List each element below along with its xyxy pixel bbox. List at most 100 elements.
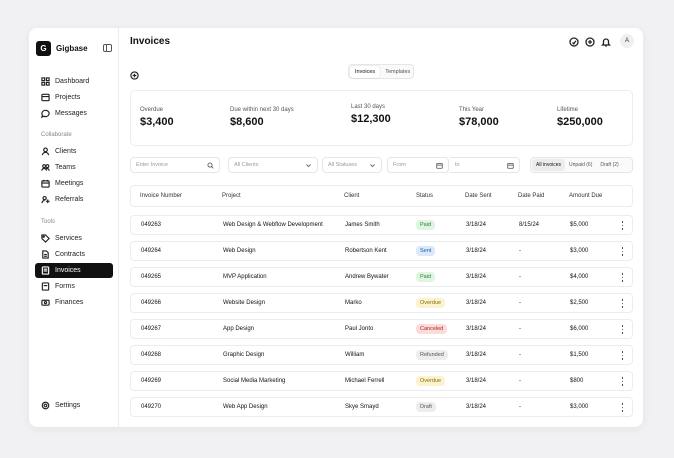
statuses-select[interactable]: All Statuses (322, 157, 382, 173)
sidebar-toggle-icon[interactable] (103, 44, 112, 52)
status-badge: Canceled (416, 324, 448, 334)
sidebar-item-teams[interactable]: Teams (35, 160, 113, 175)
sidebar-item-label: Messages (55, 110, 87, 117)
clients-select-value: All Clients (234, 162, 259, 168)
cell-date-sent: 3/18/24 (466, 352, 487, 358)
table-row[interactable]: 049266 Website Design Marko 3/18/24 - $2,500 O… (130, 293, 633, 313)
date-from-input[interactable]: From (387, 157, 449, 173)
col-client[interactable]: Client (344, 193, 359, 199)
cell-invoice-number: 049267 (141, 326, 162, 332)
row-menu-icon[interactable] (621, 403, 624, 412)
date-to-input[interactable]: to (450, 157, 520, 173)
stat-value: $12,300 (351, 113, 391, 125)
row-menu-icon[interactable] (621, 377, 624, 386)
tab-all-invoices[interactable]: All invoices (532, 159, 566, 171)
clients-select[interactable]: All Clients (228, 157, 318, 173)
sidebar-item-dashboard[interactable]: Dashboard (35, 74, 113, 89)
sidebar-item-projects[interactable]: Projects (35, 90, 113, 105)
table-row[interactable]: 049263 Web Design & Webflow Development Ja… (130, 215, 633, 235)
table-row[interactable]: 049264 Web Design Robertson Kent 3/18/24 - $3… (130, 241, 633, 261)
sidebar-item-label: Clients (55, 148, 77, 155)
stat-label: Due within next 30 days (230, 107, 294, 113)
sidebar-item-messages[interactable]: Messages (35, 106, 113, 121)
bell-icon[interactable] (600, 36, 611, 47)
chevron-down-icon (305, 162, 312, 169)
cell-client: Michael Ferrell (345, 378, 385, 384)
col-invoice-number[interactable]: Invoice Number (140, 193, 182, 199)
col-date-paid[interactable]: Date Paid (518, 193, 544, 199)
invoice-search-input[interactable]: Enter Invoice (130, 157, 220, 173)
cell-amount-due: $800 (570, 378, 584, 384)
cell-client: Skye Smayd (345, 404, 379, 410)
sidebar-item-referrals[interactable]: Referrals (35, 192, 113, 207)
cell-invoice-number: 049270 (141, 404, 162, 410)
cell-amount-due: $2,500 (570, 300, 589, 306)
tab-templates[interactable]: Templates (380, 66, 415, 78)
cell-client: Paul Jonto (345, 326, 374, 332)
cell-amount-due: $4,000 (570, 274, 589, 280)
finance-icon (41, 298, 50, 307)
row-menu-icon[interactable] (621, 325, 624, 334)
sidebar-item-label: Meetings (55, 180, 84, 187)
sidebar-item-label: Projects (55, 94, 81, 101)
cell-date-paid: - (519, 300, 521, 306)
col-project[interactable]: Project (222, 193, 241, 199)
help-icon[interactable] (568, 36, 579, 47)
form-icon (41, 282, 50, 291)
sidebar-item-settings[interactable]: Settings (35, 398, 113, 413)
cell-date-sent: 3/18/24 (466, 300, 487, 306)
avatar[interactable]: A (620, 34, 634, 48)
view-tabs: Invoices Templates (348, 64, 414, 79)
sidebar-item-invoices[interactable]: Invoices (35, 263, 113, 278)
calendar-icon (507, 162, 514, 169)
stat-value: $78,000 (459, 116, 499, 128)
stats-panel: Overdue $3,400 Due within next 30 days $… (130, 90, 633, 146)
status-filter-tabs: All invoices Unpaid (6) Draft (2) (530, 157, 633, 173)
table-row[interactable]: 049270 Web App Design Skye Smayd 3/18/24 - $3… (130, 397, 633, 417)
table-row[interactable]: 049267 App Design Paul Jonto 3/18/24 - $6,000… (130, 319, 633, 339)
sidebar-item-services[interactable]: Services (35, 231, 113, 246)
stat-label: Lifetime (557, 107, 579, 113)
table-row[interactable]: 049268 Graphic Design William 3/18/24 - $1,50… (130, 345, 633, 365)
row-menu-icon[interactable] (621, 221, 624, 230)
add-icon[interactable] (584, 36, 595, 47)
sidebar-item-forms[interactable]: Forms (35, 279, 113, 294)
stat-label: Overdue (140, 107, 164, 113)
row-menu-icon[interactable] (621, 273, 624, 282)
cell-date-paid: - (519, 378, 521, 384)
tab-draft[interactable]: Draft (2) (596, 159, 622, 171)
row-menu-icon[interactable] (621, 299, 624, 308)
tab-unpaid[interactable]: Unpaid (6) (565, 159, 596, 171)
sidebar-item-contracts[interactable]: Contracts (35, 247, 113, 262)
row-menu-icon[interactable] (621, 351, 624, 360)
main-content: Invoices A Invoices Templates Overdue $3… (120, 28, 643, 427)
table-row[interactable]: 049269 Social Media Marketing Michael Ferr… (130, 371, 633, 391)
sidebar-item-label: Forms (55, 283, 75, 290)
col-status[interactable]: Status (416, 193, 433, 199)
cell-date-sent: 3/18/24 (466, 326, 487, 332)
cell-date-sent: 3/18/24 (466, 248, 487, 254)
messages-icon (41, 109, 50, 118)
col-date-sent[interactable]: Date Sent (465, 193, 492, 199)
sidebar-item-clients[interactable]: Clients (35, 144, 113, 159)
row-menu-icon[interactable] (621, 247, 624, 256)
cell-client: James Smith (345, 222, 380, 228)
create-invoice-icon[interactable] (130, 67, 139, 80)
sidebar-item-finances[interactable]: Finances (35, 295, 113, 310)
status-badge: Sent (416, 246, 436, 256)
sidebar-item-meetings[interactable]: Meetings (35, 176, 113, 191)
table-row[interactable]: 049265 MVP Application Andrew Bywater 3/18/… (130, 267, 633, 287)
sidebar-item-label: Finances (55, 299, 84, 306)
cell-date-paid: - (519, 404, 521, 410)
cell-project: Social Media Marketing (223, 378, 286, 384)
cell-project: Graphic Design (223, 352, 265, 358)
sidebar-item-label: Services (55, 235, 82, 242)
stat-last-30: Last 30 days $12,300 (351, 104, 391, 125)
cell-amount-due: $3,000 (570, 404, 589, 410)
tab-invoices[interactable]: Invoices (350, 65, 381, 78)
gear-icon (41, 401, 50, 410)
brand[interactable]: G Gigbase (36, 41, 88, 56)
stat-value: $250,000 (557, 116, 603, 128)
col-amount-due[interactable]: Amount Due (569, 193, 602, 199)
stat-value: $8,600 (230, 116, 264, 128)
